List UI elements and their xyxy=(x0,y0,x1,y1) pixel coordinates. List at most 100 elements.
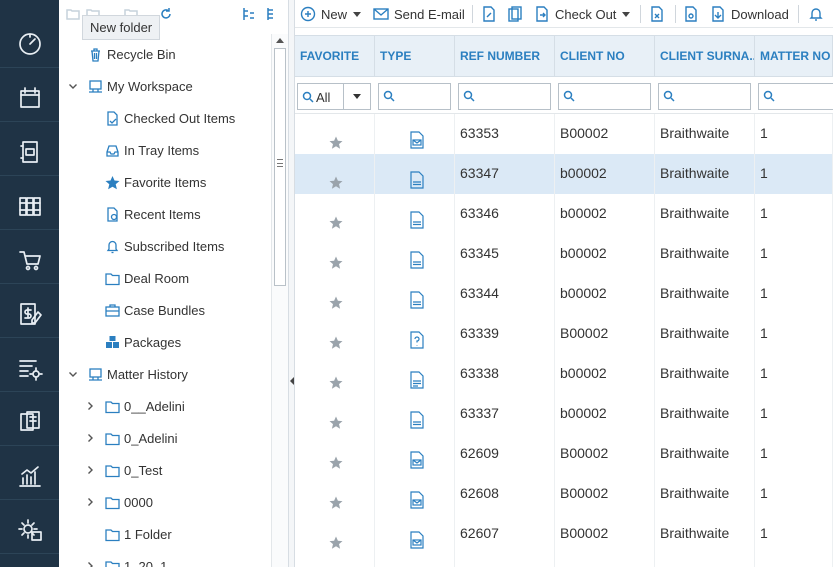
favorite-star-icon[interactable] xyxy=(329,486,343,509)
preview-button[interactable] xyxy=(683,3,699,25)
column-favorite[interactable]: FAVORITE xyxy=(295,36,375,76)
settings-list-icon[interactable] xyxy=(0,344,59,392)
table-row[interactable]: 63339 B00002 Braithwaite 1 xyxy=(295,314,833,354)
table-row[interactable]: 63345 b00002 Braithwaite 1 xyxy=(295,234,833,274)
scroll-thumb[interactable] xyxy=(274,48,286,286)
check-out-label: Check Out xyxy=(555,6,617,22)
ref-number-filter-input[interactable] xyxy=(458,83,551,110)
type-cell xyxy=(375,434,455,474)
table-row[interactable]: 62608 B00002 Braithwaite 1 xyxy=(295,474,833,514)
favorite-filter-select[interactable]: All xyxy=(297,83,371,110)
tree-node[interactable]: 0__Adelini xyxy=(84,395,185,417)
tree-node[interactable]: Checked Out Items xyxy=(84,107,235,129)
favorite-star-icon[interactable] xyxy=(329,126,343,149)
new-button[interactable]: New xyxy=(300,3,362,25)
tree-node[interactable]: In Tray Items xyxy=(84,139,199,161)
tree-node[interactable]: 1 Folder xyxy=(84,523,172,545)
cart-icon[interactable] xyxy=(0,236,59,284)
dashboard-icon[interactable] xyxy=(0,20,59,68)
subscribe-button[interactable] xyxy=(808,3,824,25)
chevron-right-icon[interactable] xyxy=(84,465,96,475)
tree-node[interactable]: Recycle Bin xyxy=(67,43,176,65)
admin-settings-icon[interactable] xyxy=(0,506,59,554)
table-row[interactable]: 63344 b00002 Braithwaite 1 xyxy=(295,274,833,314)
table-row[interactable] xyxy=(295,554,833,567)
chevron-down-icon[interactable] xyxy=(67,369,79,379)
check-out-button[interactable]: Check Out xyxy=(534,3,631,25)
favorite-star-icon[interactable] xyxy=(329,446,343,469)
favorite-star-icon[interactable] xyxy=(329,246,343,269)
tree-node[interactable]: Subscribed Items xyxy=(84,235,224,257)
tree-node[interactable]: Deal Room xyxy=(84,267,189,289)
column-ref-number[interactable]: REF NUMBER xyxy=(455,36,555,76)
new-folder-icon[interactable] xyxy=(65,6,81,22)
reports-icon[interactable] xyxy=(0,452,59,500)
library-icon[interactable] xyxy=(0,182,59,230)
favorite-star-icon[interactable] xyxy=(329,286,343,309)
download-button[interactable]: Download xyxy=(710,3,789,25)
send-email-button[interactable]: Send E-mail xyxy=(373,3,465,25)
favorite-star-icon[interactable] xyxy=(329,326,343,349)
type-cell xyxy=(375,394,455,434)
table-row[interactable]: 62607 B00002 Braithwaite 1 xyxy=(295,514,833,554)
favorite-star-icon[interactable] xyxy=(329,406,343,429)
tree-node[interactable]: Packages xyxy=(84,331,181,353)
main-panel: New Send E-mail Check Out Download FAVOR… xyxy=(295,0,833,567)
tree-node[interactable]: Favorite Items xyxy=(84,171,206,193)
expand-all-icon[interactable] xyxy=(263,6,279,22)
tree-node[interactable]: 1_20_1 xyxy=(84,555,167,567)
table-row[interactable]: 62609 B00002 Braithwaite 1 xyxy=(295,434,833,474)
edit-document-button[interactable] xyxy=(481,3,497,25)
favorite-cell xyxy=(295,394,375,434)
collapse-arrow-icon[interactable] xyxy=(290,377,294,385)
matter-no-filter-input[interactable] xyxy=(758,83,833,110)
favorite-star-icon[interactable] xyxy=(329,206,343,229)
tasks-icon[interactable] xyxy=(0,128,59,176)
column-client-surname[interactable]: CLIENT SURNA... xyxy=(655,36,755,76)
billing-icon[interactable] xyxy=(0,290,59,338)
column-matter-no[interactable]: MATTER NO xyxy=(755,36,833,76)
chevron-right-icon[interactable] xyxy=(84,433,96,443)
collapse-all-icon[interactable] xyxy=(240,6,256,22)
tree-node[interactable]: My Workspace xyxy=(67,75,193,97)
app-window: New folder Recycle Bin My Workspace Checke… xyxy=(0,0,833,567)
documents-icon[interactable] xyxy=(0,398,59,446)
tree-node[interactable]: Case Bundles xyxy=(84,299,205,321)
unknown-file-icon xyxy=(409,325,425,349)
favorite-star-icon[interactable] xyxy=(329,366,343,389)
discard-checkout-button[interactable] xyxy=(649,3,665,25)
table-row[interactable]: 63337 b00002 Braithwaite 1 xyxy=(295,394,833,434)
table-row[interactable]: 63347 b00002 Braithwaite 1 xyxy=(295,154,833,194)
chevron-down-icon[interactable] xyxy=(67,81,79,91)
column-type[interactable]: TYPE xyxy=(375,36,455,76)
calendar-icon[interactable] xyxy=(0,74,59,122)
chevron-down-icon[interactable] xyxy=(343,84,370,109)
tree-node[interactable]: 0000 xyxy=(84,491,153,513)
tree-node[interactable]: Matter History xyxy=(67,363,188,385)
client-no-filter-input[interactable] xyxy=(558,83,651,110)
tree-node-label: 0__Adelini xyxy=(124,398,185,414)
tree-node-label: 0000 xyxy=(124,494,153,510)
chevron-right-icon[interactable] xyxy=(84,561,96,567)
table-row[interactable]: 63346 b00002 Braithwaite 1 xyxy=(295,194,833,234)
tree-node[interactable]: Recent Items xyxy=(84,203,201,225)
favorite-star-icon[interactable] xyxy=(329,166,343,189)
copy-document-button[interactable] xyxy=(507,3,523,25)
scroll-up-arrow[interactable] xyxy=(276,38,284,43)
table-row[interactable]: 63338 b00002 Braithwaite 1 xyxy=(295,354,833,394)
tree-scrollbar[interactable] xyxy=(271,34,288,567)
table-row[interactable]: 63353 B00002 Braithwaite 1 xyxy=(295,114,833,154)
refresh-icon[interactable] xyxy=(158,6,174,22)
tree-node-label: My Workspace xyxy=(107,78,193,94)
chevron-right-icon[interactable] xyxy=(84,401,96,411)
tree-node[interactable]: 0_Adelini xyxy=(84,427,178,449)
tree-node[interactable]: 0_Test xyxy=(84,459,162,481)
favorite-cell xyxy=(295,354,375,394)
ref-number-cell: 62608 xyxy=(455,474,555,514)
favorite-star-icon[interactable] xyxy=(329,526,343,549)
ref-number-cell: 63337 xyxy=(455,394,555,434)
client-surname-filter-input[interactable] xyxy=(658,83,751,110)
type-filter-input[interactable] xyxy=(378,83,451,110)
column-client-no[interactable]: CLIENT NO xyxy=(555,36,655,76)
chevron-right-icon[interactable] xyxy=(84,497,96,507)
